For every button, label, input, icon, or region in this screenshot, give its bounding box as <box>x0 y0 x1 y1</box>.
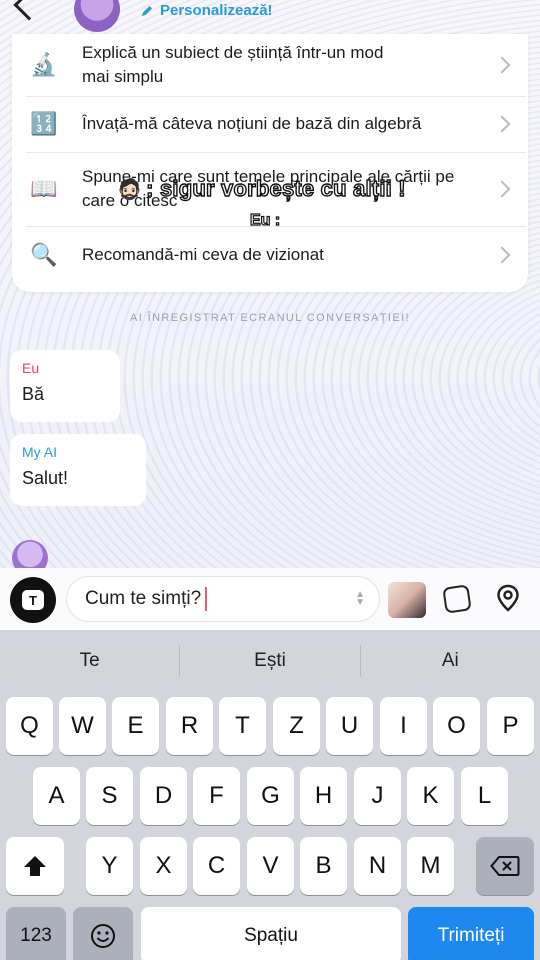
message-input[interactable]: Cum te simți? ▲ ▼ <box>66 576 380 622</box>
message-text: Bă <box>22 384 45 404</box>
pencil-icon <box>142 5 152 16</box>
bearded-face-icon: 🧔🏻 <box>117 178 143 201</box>
personalize-link[interactable]: Personalizează! <box>140 2 273 19</box>
key-j[interactable]: J <box>354 767 401 825</box>
key-p[interactable]: P <box>487 697 534 755</box>
suggestion-text: mai simplu <box>82 67 164 86</box>
key-o[interactable]: O <box>433 697 480 755</box>
chat-header: Personalizează! <box>0 0 540 34</box>
prediction-bar: Te Ești Ai <box>0 630 540 692</box>
sender-name: Eu <box>22 360 40 376</box>
ai-avatar[interactable] <box>74 0 120 32</box>
key-i[interactable]: I <box>380 697 427 755</box>
key-g[interactable]: G <box>247 767 294 825</box>
key-f[interactable]: F <box>193 767 240 825</box>
expand-icon[interactable]: ▲ ▼ <box>355 590 365 608</box>
key-n[interactable]: N <box>354 837 401 895</box>
keyboard: Te Ești Ai Q W E R T Z U I O P A S D F G… <box>0 630 540 960</box>
key-q[interactable]: Q <box>6 697 53 755</box>
suggestion-watch[interactable]: 🔍 Recomandă-mi ceva de vizionat <box>26 230 514 280</box>
chevron-right-icon <box>493 180 511 198</box>
chevron-right-icon <box>493 115 511 133</box>
text-caret <box>205 587 208 611</box>
shift-icon <box>24 856 46 876</box>
key-w[interactable]: W <box>59 697 106 755</box>
key-s[interactable]: S <box>86 767 133 825</box>
space-key[interactable]: Spațiu <box>141 907 401 960</box>
sticker-icon[interactable] <box>442 584 472 614</box>
suggestion-algebra[interactable]: 🔢 Învață-mă câteva noțiuni de bază din a… <box>26 96 514 152</box>
camera-icon: T <box>22 590 44 610</box>
backspace-icon <box>490 856 520 876</box>
message-text: Salut! <box>22 468 69 488</box>
bitmoji-thumbnail[interactable] <box>388 582 426 618</box>
key-z[interactable]: Z <box>273 697 320 755</box>
key-e[interactable]: E <box>112 697 159 755</box>
send-key[interactable]: Trimiteți <box>408 907 534 960</box>
back-arrow-icon[interactable] <box>13 0 45 21</box>
numbers-icon: 🔢 <box>30 111 58 136</box>
prediction-2[interactable]: Ești <box>180 650 359 672</box>
suggestion-text: Recomandă-mi ceva de vizionat <box>82 245 324 264</box>
personalize-label: Personalizează! <box>160 2 273 19</box>
microscope-icon: 🔬 <box>30 52 58 77</box>
chevron-right-icon <box>493 246 511 264</box>
emoji-icon <box>91 924 115 948</box>
prediction-1[interactable]: Te <box>0 650 179 672</box>
key-a[interactable]: A <box>33 767 80 825</box>
key-m[interactable]: M <box>407 837 454 895</box>
suggestion-text: Învață-mă câteva noțiuni de bază din alg… <box>82 114 422 133</box>
key-c[interactable]: C <box>193 837 240 895</box>
message-input-value: Cum te simți? <box>85 588 202 609</box>
message-ai[interactable]: My AI Salut! <box>10 434 146 506</box>
message-input-bar: T Cum te simți? ▲ ▼ <box>0 568 540 630</box>
emoji-key[interactable] <box>73 907 133 960</box>
key-d[interactable]: D <box>140 767 187 825</box>
key-t[interactable]: T <box>219 697 266 755</box>
caption-text: : sigur vorbește cu alții ! <box>145 175 406 201</box>
key-b[interactable]: B <box>300 837 347 895</box>
location-pin-icon[interactable] <box>496 584 520 612</box>
camera-button[interactable]: T <box>10 577 56 623</box>
backspace-key[interactable] <box>476 837 534 895</box>
book-icon: 📖 <box>30 176 58 201</box>
chat-area[interactable]: Personalizează! 🔬 Explică un subiect de … <box>0 0 540 630</box>
divider <box>26 152 526 153</box>
message-user[interactable]: Eu Bă <box>10 350 120 422</box>
video-caption: 🧔🏻 : sigur vorbește cu alții ! <box>117 175 406 202</box>
suggestion-text: Explică un subiect de știință într-un mo… <box>82 43 384 62</box>
key-r[interactable]: R <box>166 697 213 755</box>
key-k[interactable]: K <box>407 767 454 825</box>
caption-eu: Eu : <box>249 211 281 229</box>
screen-record-notice: AI ÎNREGISTRAT ECRANUL CONVERSAȚIEI! <box>129 312 410 324</box>
prediction-3[interactable]: Ai <box>361 650 540 672</box>
numbers-key[interactable]: 123 <box>6 907 66 960</box>
sender-name: My AI <box>22 444 58 460</box>
suggestion-science[interactable]: 🔬 Explică un subiect de știință într-un … <box>26 34 514 96</box>
magnifier-icon: 🔍 <box>30 242 58 267</box>
key-x[interactable]: X <box>140 837 187 895</box>
shift-key[interactable] <box>6 837 64 895</box>
key-u[interactable]: U <box>326 697 373 755</box>
key-l[interactable]: L <box>461 767 508 825</box>
chevron-right-icon <box>493 56 511 74</box>
suggestions-card: 🔬 Explică un subiect de știință într-un … <box>12 34 528 292</box>
key-y[interactable]: Y <box>86 837 133 895</box>
key-h[interactable]: H <box>300 767 347 825</box>
key-v[interactable]: V <box>247 837 294 895</box>
